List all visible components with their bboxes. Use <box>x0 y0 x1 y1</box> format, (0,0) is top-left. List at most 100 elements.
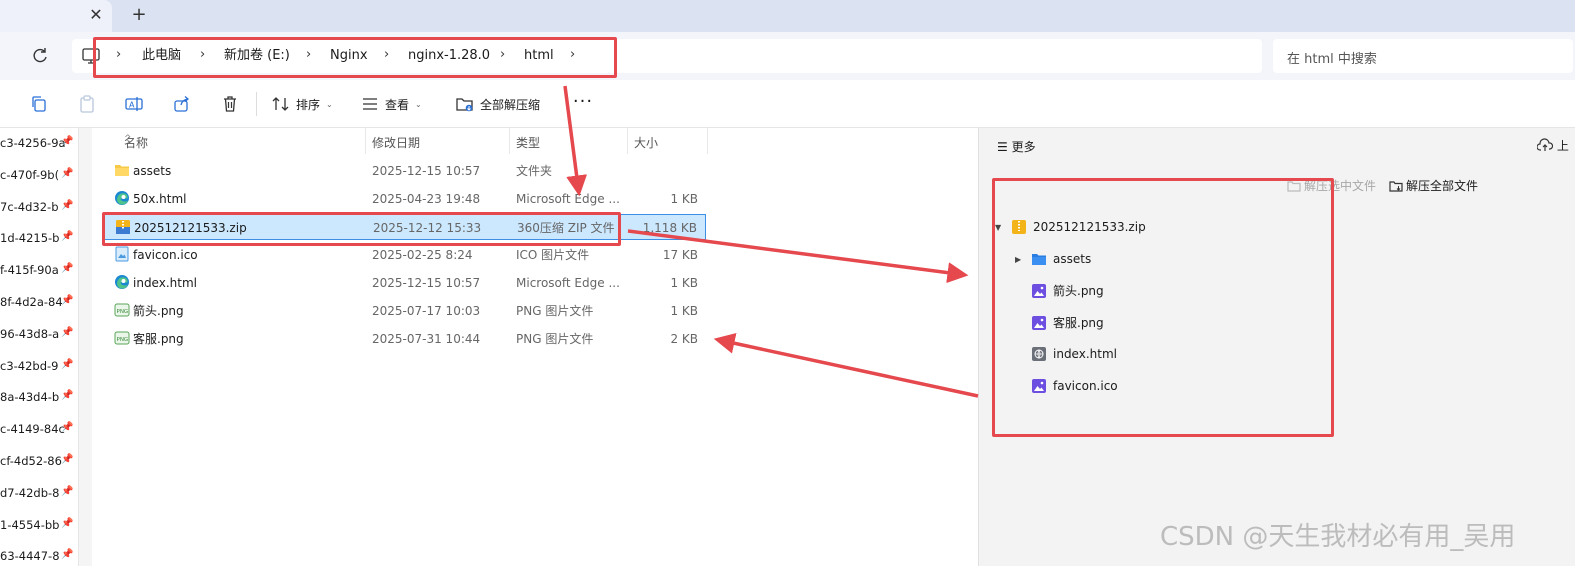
nav-item[interactable]: 8f-4d2a-84 📌 <box>0 293 78 313</box>
nav-item[interactable]: 63-4447-8 📌 <box>0 547 78 566</box>
nav-item[interactable]: cf-4d52-86 📌 <box>0 452 78 472</box>
breadcrumb-separator[interactable]: › <box>384 47 394 63</box>
tree-item[interactable]: 客服.png <box>1015 313 1104 333</box>
file-type: PNG 图片文件 <box>516 332 594 346</box>
file-date: 2025-04-23 19:48 <box>372 192 481 206</box>
more-options-button[interactable]: ··· <box>572 92 594 116</box>
breadcrumb-separator[interactable]: › <box>570 47 580 63</box>
computer-icon[interactable] <box>82 48 100 64</box>
svg-text:A: A <box>129 101 135 110</box>
pin-icon: 📌 <box>61 231 74 243</box>
breadcrumb-item-html[interactable]: html <box>524 47 554 65</box>
nav-item[interactable]: 7c-4d32-b 📌 <box>0 198 78 218</box>
extract-folder-icon <box>456 98 473 112</box>
nav-item[interactable]: 96-43d8-a 📌 <box>0 325 78 345</box>
rename-icon[interactable]: A <box>125 95 143 113</box>
copy-icon[interactable] <box>30 95 48 113</box>
extract-all-button[interactable]: 全部解压缩 <box>456 92 540 116</box>
expanded-caret-icon[interactable]: ▼ <box>995 223 1005 232</box>
column-header-date[interactable]: 修改日期 <box>366 128 510 154</box>
nav-item-label: f-415f-90a <box>0 263 59 278</box>
breadcrumb-item-nginx-version[interactable]: nginx-1.28.0 <box>408 47 490 65</box>
nav-item[interactable]: d7-42db-8 📌 <box>0 484 78 504</box>
nav-item-label: c-470f-9b( <box>0 167 60 182</box>
share-icon[interactable] <box>173 95 191 113</box>
file-row[interactable]: index.html 2025-12-15 10:57 Microsoft Edge… <box>104 270 706 296</box>
column-header-type[interactable]: 类型 <box>510 128 628 154</box>
breadcrumb-separator[interactable]: › <box>306 47 316 63</box>
navigation-pane: c3-4256-9a 📌 c-470f-9b(📌 7c-4d32-b 📌 1d-4215-… <box>0 128 78 566</box>
tree-item[interactable]: index.html <box>1015 344 1117 364</box>
breadcrumb-separator[interactable]: › <box>116 47 126 63</box>
nav-item[interactable]: 1-4554-bb 📌 <box>0 516 78 536</box>
file-row[interactable]: favicon.ico 2025-02-25 8:24 ICO 图片文件 17 KB <box>104 242 706 268</box>
address-bar[interactable]: › 此电脑 › 新加卷 (E:) › Nginx › nginx-1.28.0 … <box>72 39 1262 73</box>
tree-item[interactable]: 箭头.png <box>1015 281 1104 301</box>
file-name: index.html <box>133 276 197 290</box>
nav-item-label: c3-42bd-9 <box>0 358 59 373</box>
breadcrumb-item-drive-e[interactable]: 新加卷 (E:) <box>224 47 290 65</box>
nav-item[interactable]: c-470f-9b(📌 <box>0 166 78 186</box>
file-list: 名称 ^ 修改日期 类型 大小 assets 2025-12-15 10:57 文件… <box>92 128 978 566</box>
paste-icon[interactable] <box>78 95 96 113</box>
search-box[interactable]: 在 html 中搜索 <box>1273 39 1573 73</box>
file-type: ICO 图片文件 <box>516 248 590 262</box>
nav-item[interactable]: c3-42bd-9 📌 <box>0 357 78 377</box>
navigation-splitter[interactable] <box>78 128 92 566</box>
view-button[interactable]: 查看 ⌄ <box>361 92 422 116</box>
file-row[interactable]: assets 2025-12-15 10:57 文件夹 <box>104 158 706 184</box>
nav-item[interactable]: c-4149-84c 📌 <box>0 420 78 440</box>
upload-button[interactable]: 上 <box>1536 137 1569 154</box>
nav-item[interactable]: f-415f-90a 📌 <box>0 261 78 281</box>
active-tab[interactable]: ✕ <box>0 0 112 32</box>
pin-icon: 📌 <box>61 517 74 529</box>
pin-icon: 📌 <box>61 295 74 306</box>
file-name: 50x.html <box>133 192 187 206</box>
file-type: PNG 图片文件 <box>516 304 594 318</box>
file-row[interactable]: PNG 客服.png 2025-07-31 10:44 PNG 图片文件 2 KB <box>104 326 706 352</box>
sort-button[interactable]: 排序 ⌄ <box>272 92 333 116</box>
file-row[interactable]: PNG 箭头.png 2025-07-17 10:03 PNG 图片文件 1 KB <box>104 298 706 324</box>
extract-folder-icon <box>1287 180 1301 192</box>
pin-icon: 📌 <box>61 485 74 497</box>
column-header-size[interactable]: 大小 <box>628 128 708 154</box>
nav-item[interactable]: 1d-4215-b 📌 <box>0 229 78 249</box>
column-header-name[interactable]: 名称 ^ <box>118 128 366 154</box>
breadcrumb-item-this-pc[interactable]: 此电脑 <box>142 47 181 65</box>
nav-item-label: 8f-4d2a-84 <box>0 295 63 309</box>
tree-item-label: 箭头.png <box>1053 284 1104 299</box>
refresh-icon[interactable] <box>30 46 50 66</box>
file-row[interactable]: 202512121533.zip 2025-12-12 15:33 360压缩 ZI… <box>104 214 706 240</box>
image-file-icon <box>1032 283 1046 298</box>
file-type: Microsoft Edge ... <box>516 276 620 290</box>
view-icon <box>363 98 377 110</box>
toolbar-divider <box>256 92 257 116</box>
tab-bar: ✕ + <box>0 0 1575 32</box>
watermark: CSDN @天生我材必有用_吴用 <box>1160 522 1516 552</box>
extract-selected-button[interactable]: 解压选中文件 <box>1287 177 1376 194</box>
collapsed-caret-icon[interactable]: ▶ <box>1015 255 1025 264</box>
more-menu-button[interactable]: ☰ 更多 <box>997 138 1036 155</box>
tree-item[interactable]: ▶ assets <box>1015 249 1091 269</box>
nav-item[interactable]: 8a-43d4-b 📌 <box>0 388 78 408</box>
tree-root-zip[interactable]: ▼ 202512121533.zip <box>995 217 1146 237</box>
nav-item[interactable]: c3-4256-9a 📌 <box>0 134 78 154</box>
extract-all-files-label: 解压全部文件 <box>1406 179 1479 193</box>
tree-item[interactable]: favicon.ico <box>1015 376 1118 396</box>
extract-all-files-button[interactable]: 解压全部文件 <box>1389 177 1478 194</box>
file-row[interactable]: 50x.html 2025-04-23 19:48 Microsoft Edge .… <box>104 186 706 212</box>
file-date: 2025-07-17 10:03 <box>372 304 481 318</box>
file-date: 2025-12-15 10:57 <box>372 276 481 290</box>
breadcrumb-item-nginx[interactable]: Nginx <box>330 47 368 65</box>
file-size: 1,118 KB <box>642 221 697 235</box>
delete-icon[interactable] <box>221 95 239 113</box>
search-placeholder[interactable]: 在 html 中搜索 <box>1287 48 1377 67</box>
nav-item-label: 7c-4d32-b <box>0 199 59 214</box>
address-row: › 此电脑 › 新加卷 (E:) › Nginx › nginx-1.28.0 … <box>0 32 1575 80</box>
close-tab-icon[interactable]: ✕ <box>88 6 104 24</box>
new-tab-icon[interactable]: + <box>130 6 148 24</box>
sort-label: 排序 <box>296 97 321 112</box>
file-name: 箭头.png <box>133 304 184 318</box>
breadcrumb-separator[interactable]: › <box>500 47 510 63</box>
breadcrumb-separator[interactable]: › <box>200 47 210 63</box>
